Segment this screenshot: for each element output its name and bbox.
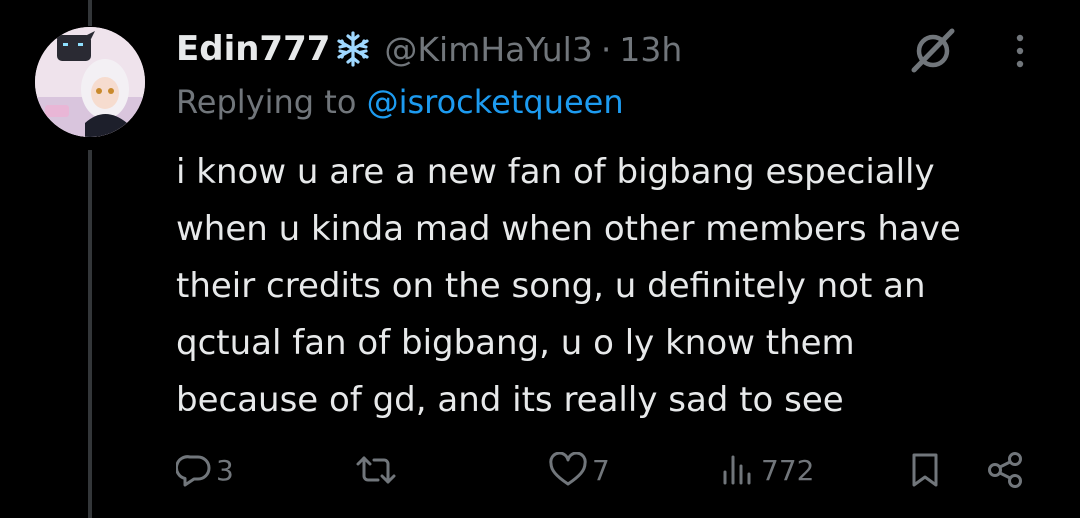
- grok-icon[interactable]: [908, 26, 958, 74]
- replying-to: Replying to @isrocketqueen: [176, 83, 624, 121]
- views-count: 772: [761, 453, 815, 487]
- retweet-icon: [354, 452, 398, 488]
- tweet-text-line: i know u are a new fan of bigbang especi…: [176, 152, 935, 192]
- share-icon: [985, 450, 1025, 490]
- retweet-button[interactable]: [354, 444, 402, 496]
- bookmark-icon: [910, 451, 940, 489]
- user-handle[interactable]: @KimHaYul3: [384, 30, 592, 69]
- tweet-text-line: when u kinda mad when other members have: [176, 209, 961, 249]
- display-name[interactable]: Edin777: [176, 29, 330, 69]
- replying-to-handle-link[interactable]: @isrocketqueen: [367, 83, 624, 121]
- views-icon: [721, 452, 757, 488]
- avatar[interactable]: [35, 27, 145, 137]
- tweet-text-line: because of gd, and its really sad to see: [176, 380, 844, 420]
- reply-icon: [176, 452, 212, 488]
- separator-dot: ·: [600, 29, 612, 69]
- snowflake-icon: [334, 30, 372, 68]
- timestamp[interactable]: 13h: [619, 30, 682, 69]
- thread-line-top: [88, 0, 92, 26]
- bookmark-button[interactable]: [910, 444, 940, 496]
- like-icon: [548, 452, 588, 488]
- tweet-text-line: qctual fan of bigbang, u o ly know them: [176, 323, 855, 363]
- tweet-text: i know u are a new fan of bigbang especi…: [176, 144, 1066, 429]
- reply-button[interactable]: 3: [176, 444, 234, 496]
- tweet-action-bar: 3 7 772: [0, 444, 1080, 496]
- more-icon[interactable]: [1010, 33, 1030, 69]
- share-button[interactable]: [985, 444, 1025, 496]
- like-button[interactable]: 7: [548, 444, 610, 496]
- tweet-header: Edin777 @KimHaYul3 · 13h: [176, 26, 682, 72]
- reply-count: 3: [216, 453, 234, 487]
- replying-to-label: Replying to: [176, 83, 357, 121]
- like-count: 7: [592, 453, 610, 487]
- views-button[interactable]: 772: [721, 444, 814, 496]
- tweet-text-line: their credits on the song, u definitely …: [176, 266, 926, 306]
